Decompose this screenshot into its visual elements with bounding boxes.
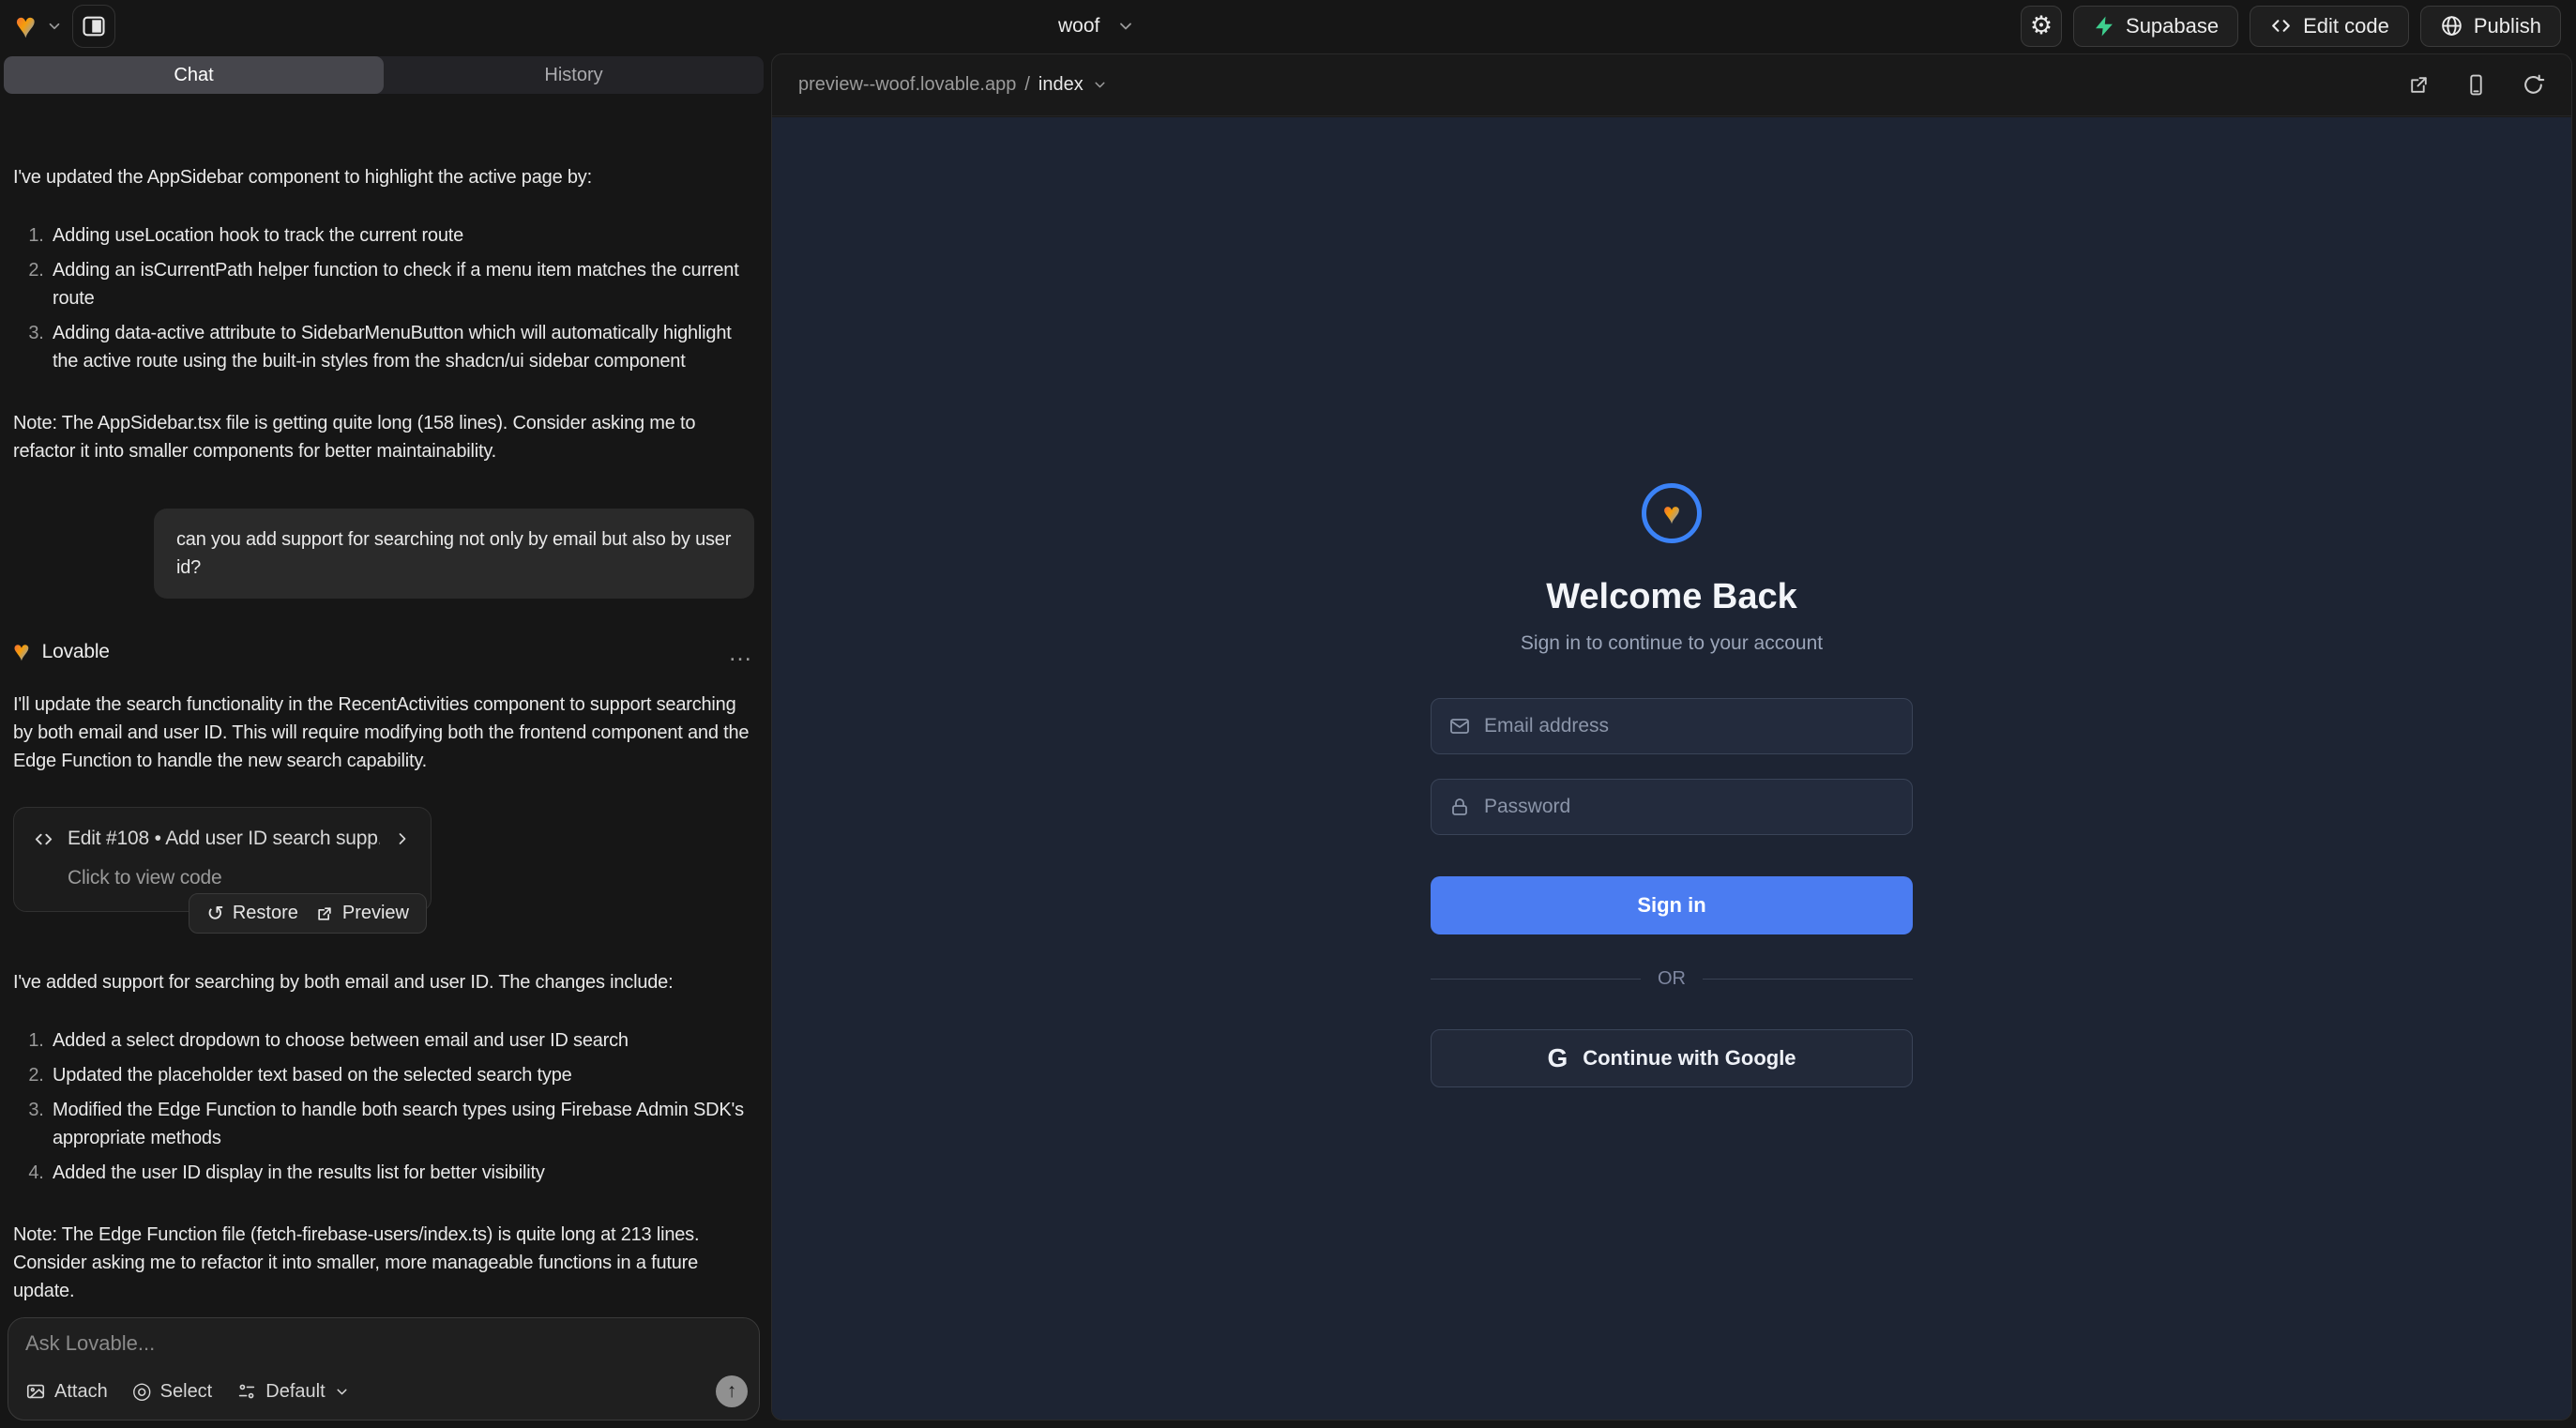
list-item: Adding useLocation hook to track the cur… [49, 221, 754, 250]
assistant-paragraph: I've added support for searching by both… [13, 968, 754, 996]
mail-icon [1448, 715, 1471, 737]
lock-icon [1448, 796, 1471, 818]
settings-button[interactable]: ⚙ [2021, 6, 2062, 47]
supabase-bolt-icon [2093, 15, 2115, 38]
image-icon [25, 1381, 46, 1402]
refresh-button[interactable] [2522, 73, 2545, 97]
lovable-logo-heart-icon[interactable]: ♥ [15, 8, 37, 44]
assistant-name: Lovable [42, 638, 110, 666]
mode-selector[interactable]: Default [236, 1381, 349, 1403]
chevron-right-icon [393, 829, 412, 848]
list-item: Added the user ID display in the results… [49, 1159, 754, 1187]
gear-icon: ⚙ [2030, 13, 2053, 38]
panel-left-icon [81, 13, 107, 39]
globe-icon [2440, 14, 2463, 38]
sign-in-button[interactable]: Sign in [1431, 876, 1913, 934]
code-icon [33, 828, 54, 850]
sidebar-toggle-button[interactable] [72, 5, 115, 48]
google-sign-in-button[interactable]: G Continue with Google [1431, 1029, 1913, 1087]
list-item: Updated the placeholder text based on th… [49, 1061, 754, 1089]
composer: Attach ◎ Select Default ↑ [8, 1317, 760, 1420]
open-in-new-tab-button[interactable] [2407, 73, 2431, 97]
list-item: Adding data-active attribute to SidebarM… [49, 319, 754, 375]
external-link-icon [315, 904, 334, 923]
chat-history-tabs: Chat History [4, 56, 764, 94]
preview-url-selector[interactable]: preview--woof.lovable.app / index [798, 74, 1108, 96]
path-separator: / [1024, 74, 1030, 96]
chevron-down-icon [1092, 77, 1108, 93]
edit-card-toolbar: ↺ Restore Preview [189, 893, 427, 934]
preview-header: preview--woof.lovable.app / index [772, 54, 2571, 116]
edit-card-subtitle: Click to view code [68, 864, 412, 892]
lovable-heart-icon: ♥ [13, 638, 30, 666]
assistant-paragraph: I've updated the AppSidebar component to… [13, 163, 754, 191]
restore-icon: ↺ [206, 904, 223, 924]
app-logo: ♥ [1642, 483, 1702, 543]
tab-chat[interactable]: Chat [4, 56, 384, 94]
phone-icon [2464, 73, 2488, 97]
external-link-icon [2407, 73, 2431, 97]
email-field [1431, 698, 1913, 754]
sliders-icon [236, 1381, 257, 1402]
supabase-button[interactable]: Supabase [2073, 6, 2238, 47]
restore-button[interactable]: ↺ Restore [201, 903, 303, 924]
arrow-up-icon: ↑ [727, 1380, 737, 1403]
page-subtitle: Sign in to continue to your account [1521, 632, 1823, 655]
assistant-list: Added a select dropdown to choose betwee… [13, 1026, 754, 1187]
mobile-view-button[interactable] [2464, 73, 2488, 97]
divider-line [1703, 979, 1913, 980]
password-input[interactable] [1484, 796, 1895, 818]
user-message-bubble: can you add support for searching not on… [154, 509, 754, 599]
chevron-down-icon[interactable] [46, 18, 63, 35]
chevron-down-icon [334, 1384, 350, 1400]
edit-card-title: Edit #108 • Add user ID search supp... [68, 825, 380, 853]
assistant-paragraph: I'll update the search functionality in … [13, 691, 754, 775]
chat-panel: Chat History I've updated the AppSidebar… [0, 52, 767, 1428]
page-title: Welcome Back [1546, 577, 1797, 617]
password-field [1431, 779, 1913, 835]
topbar: ♥ woof ⚙ Supabase [0, 0, 2576, 52]
list-item: Modified the Edge Function to handle bot… [49, 1096, 754, 1152]
target-icon: ◎ [132, 1380, 152, 1403]
code-icon [2269, 14, 2293, 38]
or-divider: OR [1431, 968, 1913, 990]
assistant-note: Note: The AppSidebar.tsx file is getting… [13, 409, 754, 465]
assistant-header: ♥ Lovable … [13, 638, 754, 666]
signin-card: ♥ Welcome Back Sign in to continue to yo… [1431, 117, 1913, 1420]
send-button[interactable]: ↑ [716, 1375, 748, 1407]
list-item: Added a select dropdown to choose betwee… [49, 1026, 754, 1055]
select-button[interactable]: ◎ Select [132, 1380, 213, 1403]
refresh-icon [2522, 73, 2545, 97]
assistant-list: Adding useLocation hook to track the cur… [13, 221, 754, 375]
email-input[interactable] [1484, 715, 1895, 737]
message-menu-icon[interactable]: … [728, 638, 754, 666]
divider-line [1431, 979, 1641, 980]
chat-input[interactable] [25, 1331, 742, 1367]
or-label: OR [1658, 968, 1686, 990]
tab-history[interactable]: History [384, 56, 764, 94]
list-item: Adding an isCurrentPath helper function … [49, 256, 754, 312]
project-name: woof [1058, 15, 1099, 38]
preview-button[interactable]: Preview [310, 903, 415, 924]
preview-domain: preview--woof.lovable.app [798, 74, 1016, 96]
chevron-down-icon [1116, 17, 1135, 36]
edit-code-button[interactable]: Edit code [2250, 6, 2409, 47]
publish-button[interactable]: Publish [2420, 6, 2561, 47]
project-switcher[interactable]: woof [1058, 0, 1135, 52]
preview-page: index [1038, 74, 1083, 96]
google-g-icon: G [1547, 1045, 1568, 1071]
attach-button[interactable]: Attach [25, 1381, 108, 1403]
preview-panel: preview--woof.lovable.app / index [771, 53, 2572, 1420]
assistant-note: Note: The Edge Function file (fetch-fire… [13, 1221, 754, 1305]
chat-messages[interactable]: I've updated the AppSidebar component to… [0, 148, 767, 1312]
preview-iframe: ♥ Welcome Back Sign in to continue to yo… [772, 117, 2571, 1420]
edit-code-card[interactable]: Edit #108 • Add user ID search supp... C… [13, 807, 432, 912]
heart-icon: ♥ [1663, 498, 1681, 528]
user-message-text: can you add support for searching not on… [176, 529, 731, 578]
